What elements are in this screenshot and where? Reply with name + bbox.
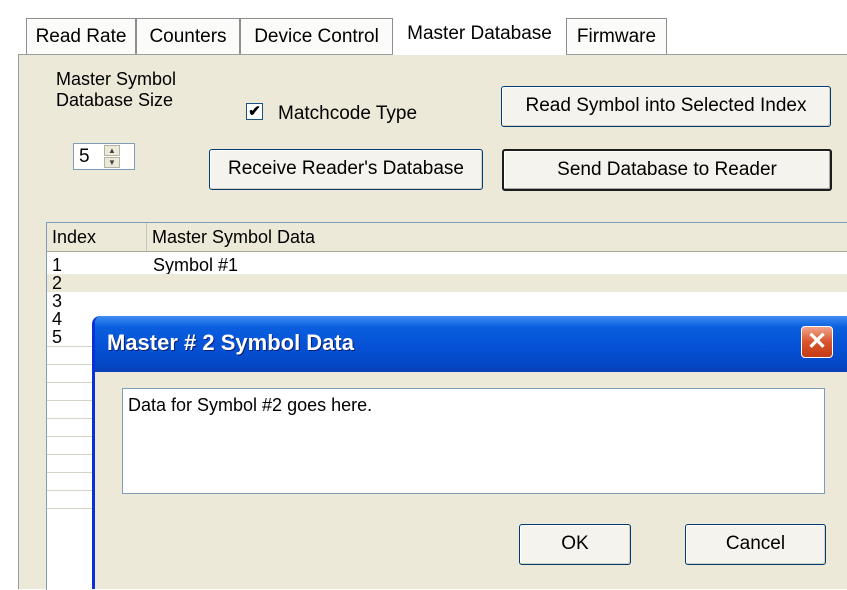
grid-line [47, 508, 97, 509]
close-icon[interactable]: ✕ [801, 326, 833, 358]
symbol-data-textarea[interactable]: Data for Symbol #2 goes here. [122, 388, 825, 494]
tab-firmware[interactable]: Firmware [566, 18, 667, 54]
tab-read-rate[interactable]: Read Rate [26, 18, 136, 54]
table-header: Index Master Symbol Data [47, 223, 847, 252]
row-index: 5 [52, 327, 63, 347]
dialog-titlebar[interactable]: Master # 2 Symbol Data ✕ [95, 316, 847, 372]
database-size-spinner[interactable]: 5 ▲ ▼ [73, 143, 135, 170]
matchcode-type-checkbox[interactable]: ✔ [246, 103, 263, 120]
grid-line [47, 454, 97, 455]
grid-line [47, 436, 97, 437]
grid-line [47, 418, 97, 419]
row-index: 3 [52, 291, 63, 311]
grid-line [47, 472, 97, 473]
row-index: 1 [52, 255, 63, 275]
send-database-button[interactable]: Send Database to Reader [502, 149, 832, 191]
database-size-label-line1: Master Symbol [56, 69, 177, 89]
ok-button[interactable]: OK [519, 524, 631, 565]
symbol-data-dialog: Master # 2 Symbol Data ✕ Data for Symbol… [92, 316, 847, 589]
table-row[interactable]: 3 [47, 292, 847, 310]
row-index: 4 [52, 309, 63, 329]
row-index: 2 [52, 273, 63, 293]
tab-counters[interactable]: Counters [136, 18, 240, 54]
column-header-index[interactable]: Index [47, 223, 147, 251]
tab-device-control[interactable]: Device Control [240, 18, 393, 54]
table-row[interactable]: 2 [47, 274, 847, 292]
receive-database-button[interactable]: Receive Reader's Database [209, 149, 483, 190]
database-size-value: 5 [79, 146, 90, 167]
column-header-data[interactable]: Master Symbol Data [147, 223, 847, 251]
table-row[interactable]: 1 Symbol #1 [47, 256, 847, 274]
dialog-title: Master # 2 Symbol Data [107, 330, 354, 355]
read-symbol-button[interactable]: Read Symbol into Selected Index [501, 86, 831, 127]
grid-line [47, 364, 97, 365]
spinner-down-icon[interactable]: ▼ [104, 157, 120, 168]
cancel-button[interactable]: Cancel [685, 524, 826, 565]
spinner-up-icon[interactable]: ▲ [104, 145, 120, 156]
row-data: Symbol #1 [153, 255, 239, 275]
grid-line [47, 400, 97, 401]
database-size-label-line2: Database Size [56, 90, 174, 110]
grid-line [47, 382, 97, 383]
matchcode-type-label: Matchcode Type [278, 103, 418, 124]
grid-line [47, 490, 97, 491]
tab-master-database[interactable]: Master Database [393, 12, 566, 55]
grid-line [47, 346, 97, 347]
